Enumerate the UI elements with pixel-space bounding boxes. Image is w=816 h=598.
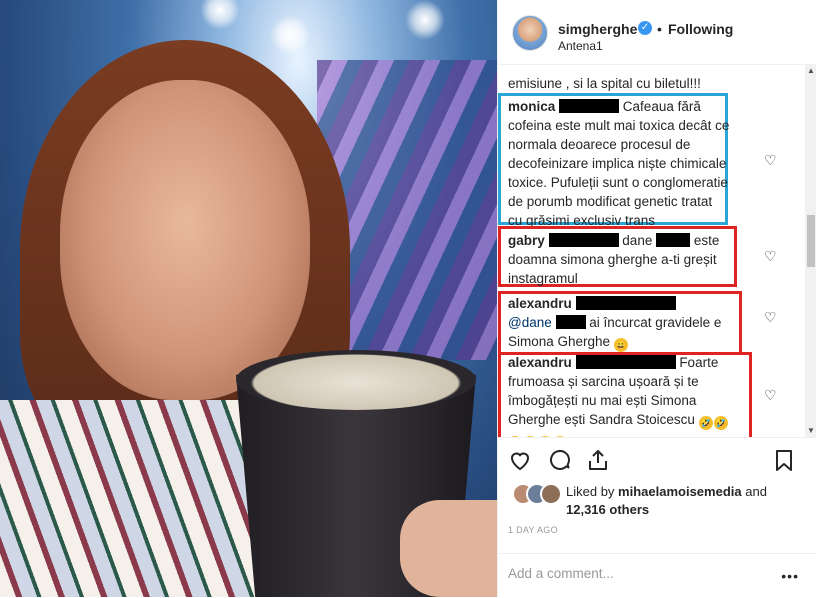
list-item: alexandru Foarte frumoasa și sarcina ușo…: [508, 353, 743, 437]
redaction: [656, 233, 691, 247]
separator: •: [657, 21, 662, 37]
rofl-emoji: 🤣: [698, 416, 713, 430]
hand: [400, 500, 497, 597]
avatar[interactable]: [512, 15, 548, 51]
comment-username[interactable]: alexandru: [508, 296, 572, 311]
more-options-icon[interactable]: •••: [781, 568, 799, 584]
post-side-panel: simgherghe ✓ • Following Antena1 emisiun…: [497, 0, 816, 597]
avatar[interactable]: [540, 483, 562, 505]
comment-mention[interactable]: dane: [622, 233, 652, 248]
comments-list[interactable]: emisiune , si la spital cu biletul!!! mo…: [498, 65, 816, 437]
action-bar: [498, 437, 816, 480]
comment-body: emisiune , si la spital cu biletul!!!: [508, 76, 701, 91]
studio-light: [270, 15, 310, 55]
heart-icon[interactable]: ♡: [764, 153, 778, 167]
scrollbar-thumb[interactable]: [807, 215, 815, 267]
verified-badge-icon: ✓: [638, 21, 652, 35]
likes-count[interactable]: 12,316 others: [566, 502, 649, 517]
face: [60, 80, 310, 400]
list-item: monica Cafeaua fără cofeina este mult ma…: [508, 97, 730, 230]
comment-body: Cafeaua fără cofeina este mult mai toxic…: [508, 99, 730, 228]
bookmark-icon[interactable]: [772, 448, 796, 472]
scroll-up-arrow-icon[interactable]: ▲: [807, 67, 815, 75]
comment-mention[interactable]: @dane: [508, 315, 552, 330]
comment-username[interactable]: alexandru: [508, 355, 572, 370]
comment-icon[interactable]: [548, 448, 572, 472]
heart-icon[interactable]: [508, 448, 532, 472]
heart-icon[interactable]: ♡: [764, 310, 778, 324]
grinning-emoji: 😄: [613, 338, 628, 352]
redaction: [548, 233, 619, 247]
post-timestamp[interactable]: 1 DAY AGO: [508, 525, 558, 535]
post-photo[interactable]: [0, 0, 497, 597]
rofl-emoji: 🤣: [713, 416, 728, 430]
likes-prefix: Liked by: [566, 484, 615, 499]
add-comment-bar: Add a comment... •••: [498, 553, 816, 598]
post-header: simgherghe ✓ • Following Antena1: [498, 0, 816, 65]
comments-scrollbar[interactable]: ▲ ▼: [805, 65, 816, 437]
heart-icon[interactable]: ♡: [764, 249, 778, 263]
likes-conjunction: and: [745, 484, 767, 499]
studio-light: [405, 0, 445, 40]
list-item: alexandru @dane ai încurcat gravidele e …: [508, 294, 736, 352]
redaction: [575, 355, 676, 369]
redaction: [555, 315, 586, 329]
liker-username[interactable]: mihaelamoisemedia: [618, 484, 742, 499]
comment-input[interactable]: Add a comment...: [508, 566, 614, 581]
likes-summary: Liked by mihaelamoisemedia and 12,316 ot…: [512, 479, 812, 519]
list-item: gabry dane este doamna simona gherghe a-…: [508, 231, 733, 288]
coffee-cup-top: [236, 350, 476, 410]
location-link[interactable]: Antena1: [558, 39, 603, 53]
share-icon[interactable]: [586, 448, 610, 472]
studio-light: [200, 0, 240, 30]
heart-icon[interactable]: ♡: [764, 388, 778, 402]
comment-text-partial: emisiune , si la spital cu biletul!!!: [508, 74, 738, 93]
redaction: [575, 296, 676, 310]
redaction: [559, 99, 620, 113]
comment-username[interactable]: monica: [508, 99, 555, 114]
likes-text: Liked by mihaelamoisemedia and 12,316 ot…: [566, 483, 796, 519]
username-link[interactable]: simgherghe: [558, 21, 637, 37]
following-button[interactable]: Following: [668, 21, 733, 37]
scroll-down-arrow-icon[interactable]: ▼: [807, 427, 815, 435]
comment-username[interactable]: gabry: [508, 233, 545, 248]
